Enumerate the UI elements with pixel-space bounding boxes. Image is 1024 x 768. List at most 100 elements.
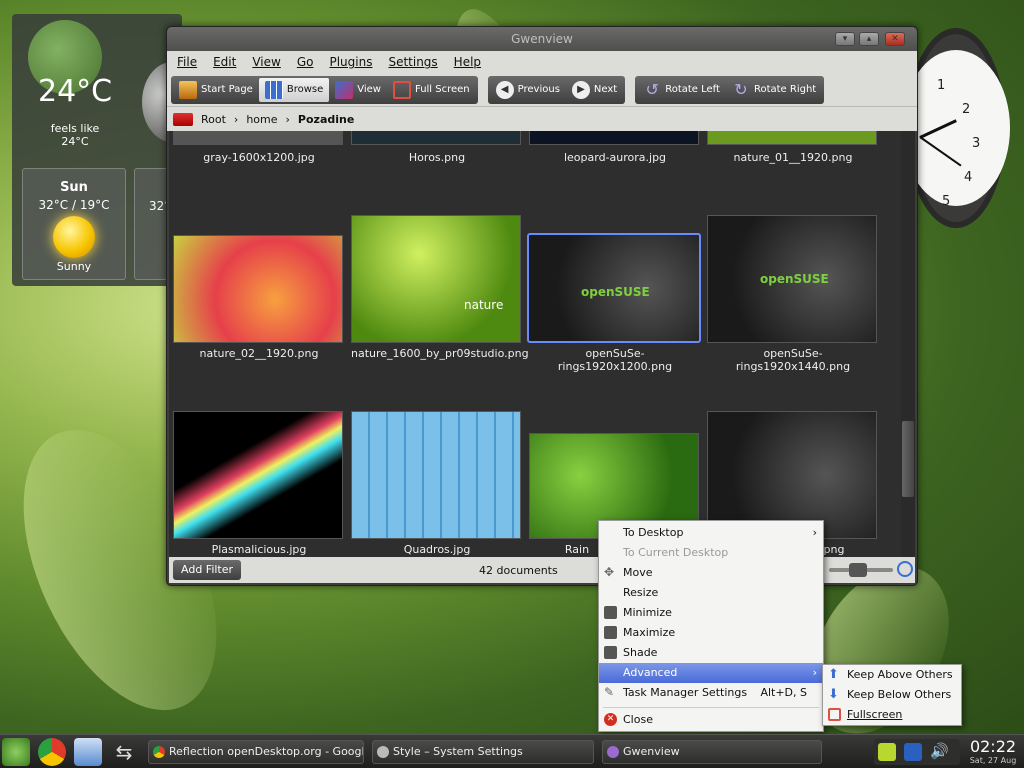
system-tray: 🔊 — [874, 739, 960, 765]
window-title: Gwenview — [511, 32, 573, 46]
minimize-button[interactable]: ▾ — [835, 32, 855, 46]
fullscreen-icon — [828, 708, 841, 721]
clock-date: Sat, 27 Aug — [969, 756, 1017, 765]
menu-item-shade[interactable]: Shade — [599, 643, 823, 663]
forecast-day: Sun 32°C / 19°C Sunny — [22, 168, 126, 280]
thumbnail-caption: nature_02__1920.png — [199, 347, 319, 360]
checkbox-icon — [604, 646, 617, 659]
window-titlebar[interactable]: Gwenview ▾ ▴ ✕ — [167, 27, 917, 51]
maximize-button[interactable]: ▴ — [859, 32, 879, 46]
clock-numeral: 2 — [962, 102, 971, 117]
rotate-left-icon: ↺ — [645, 79, 659, 99]
rotate-right-button[interactable]: ↻ Rotate Right — [726, 78, 822, 102]
thumbnail-image[interactable] — [173, 131, 343, 145]
advanced-submenu: ⬆ Keep Above Others ⬇ Keep Below Others Fu… — [822, 664, 962, 726]
volume-icon[interactable]: 🔊 — [930, 742, 949, 760]
breadcrumb-current[interactable]: Pozadine — [298, 113, 354, 126]
task-gwenview[interactable]: Gwenview — [602, 740, 822, 764]
zoom-slider-handle[interactable] — [849, 563, 867, 577]
checkbox-icon — [604, 606, 617, 619]
chrome-icon[interactable] — [38, 738, 66, 766]
task-chrome[interactable]: Reflection openDesktop.org - Google Chro… — [148, 740, 364, 764]
menu-bar: File Edit View Go Plugins Settings Help — [167, 51, 917, 73]
view-button[interactable]: View — [329, 78, 387, 102]
folder-icon — [173, 112, 193, 126]
thumbnail-grid: gray-1600x1200.jpg Horos.png leopard-aur… — [169, 131, 901, 559]
zoom-slider[interactable] — [829, 563, 893, 577]
breadcrumb-root[interactable]: Root — [201, 113, 226, 126]
task-system-settings[interactable]: Style – System Settings — [372, 740, 594, 764]
arrow-down-icon: ⬇ — [828, 687, 839, 702]
forecast-range: 32°C / 19°C — [38, 198, 110, 212]
add-filter-button[interactable]: Add Filter — [173, 560, 242, 580]
menu-item-resize[interactable]: Resize — [599, 583, 823, 603]
thumbnail-image[interactable] — [173, 235, 343, 343]
breadcrumb-separator-icon: › — [285, 112, 290, 126]
gwenview-icon — [607, 746, 619, 758]
thumbnail-image[interactable] — [173, 411, 343, 539]
submenu-arrow-icon: › — [812, 666, 817, 679]
thumbnail-overlay-text: openSUSE — [760, 272, 829, 286]
menu-item-keep-above[interactable]: ⬆ Keep Above Others — [823, 665, 961, 685]
window-context-menu: To Desktop › To Current Desktop ✥ Move Res… — [598, 520, 824, 732]
close-icon: ✕ — [604, 713, 617, 726]
thumbnail-caption: nature_1600_by_pr09studio.png — [351, 347, 529, 360]
weather-widget: 24°C feels like 24°C Sun 32°C / 19°C Sun… — [12, 14, 202, 286]
thumbnail-image[interactable]: nature — [351, 215, 521, 343]
previous-button[interactable]: ◀ Previous — [490, 78, 566, 102]
image-view-icon — [335, 80, 354, 99]
thumbnail-image-selected[interactable]: openSUSE — [527, 233, 701, 343]
menu-item-to-current-desktop: To Current Desktop — [623, 546, 729, 559]
digital-clock[interactable]: 02:22 Sat, 27 Aug — [964, 737, 1022, 765]
analog-clock: 1 2 3 4 5 — [902, 28, 1010, 228]
thumbnail-caption: openSuSe-rings1920x1440.png — [735, 347, 851, 373]
thumbnail-image[interactable] — [351, 131, 521, 145]
close-button[interactable]: ✕ — [885, 32, 905, 46]
menu-help[interactable]: Help — [454, 55, 481, 69]
menu-edit[interactable]: Edit — [213, 55, 236, 69]
usb-device-icon[interactable]: ⇆ — [110, 738, 138, 766]
breadcrumb-home[interactable]: home — [246, 113, 277, 126]
menu-plugins[interactable]: Plugins — [329, 55, 372, 69]
fullscreen-button[interactable]: Full Screen — [387, 78, 476, 102]
network-icon[interactable] — [878, 743, 896, 761]
thumbnail-image[interactable]: openSUSE — [707, 215, 877, 343]
feels-like: feels like 24°C — [50, 122, 100, 148]
thumbnail-caption: Horos.png — [408, 151, 466, 164]
sun-icon — [53, 216, 95, 258]
menu-item-move[interactable]: ✥ Move — [599, 563, 823, 583]
thumbnail-overlay-text: openSUSE — [581, 285, 650, 299]
rotate-left-button[interactable]: ↺ Rotate Left — [637, 78, 726, 102]
clock-time: 02:22 — [969, 737, 1017, 756]
menu-item-keep-below[interactable]: ⬇ Keep Below Others — [823, 685, 961, 705]
start-page-button[interactable]: Start Page — [173, 78, 259, 102]
thumbnail-image[interactable] — [707, 131, 877, 145]
settings-icon: ✎ — [604, 685, 615, 699]
forecast-condition: Sunny — [56, 260, 92, 273]
menu-view[interactable]: View — [252, 55, 280, 69]
application-launcher-icon[interactable] — [2, 738, 30, 766]
menu-item-minimize[interactable]: Minimize — [599, 603, 823, 623]
thumbnail-image[interactable] — [529, 131, 699, 145]
menu-item-fullscreen[interactable]: Fullscreen — [823, 705, 961, 725]
scrollbar-handle[interactable] — [902, 421, 914, 497]
fullscreen-icon — [392, 80, 411, 99]
menu-item-maximize[interactable]: Maximize — [599, 623, 823, 643]
forecast-day-name: Sun — [60, 180, 88, 195]
menu-file[interactable]: File — [177, 55, 197, 69]
thumbnail-caption: Quadros.jpg — [403, 543, 471, 556]
vertical-scrollbar[interactable] — [901, 131, 915, 559]
menu-item-advanced[interactable]: Advanced › — [599, 663, 823, 683]
menu-go[interactable]: Go — [297, 55, 314, 69]
browse-button[interactable]: Browse — [258, 77, 330, 102]
update-notifier-icon[interactable] — [904, 743, 922, 761]
previous-icon: ◀ — [495, 80, 514, 99]
menu-item-task-manager-settings[interactable]: ✎ Task Manager Settings Alt+D, S — [599, 683, 823, 703]
next-button[interactable]: ▶ Next — [566, 78, 623, 102]
file-manager-icon[interactable] — [74, 738, 102, 766]
zoom-in-icon[interactable] — [897, 561, 913, 577]
menu-settings[interactable]: Settings — [388, 55, 437, 69]
menu-item-close[interactable]: ✕ Close — [599, 710, 823, 730]
menu-item-to-desktop[interactable]: To Desktop › — [599, 523, 823, 543]
thumbnail-image[interactable] — [351, 411, 521, 539]
